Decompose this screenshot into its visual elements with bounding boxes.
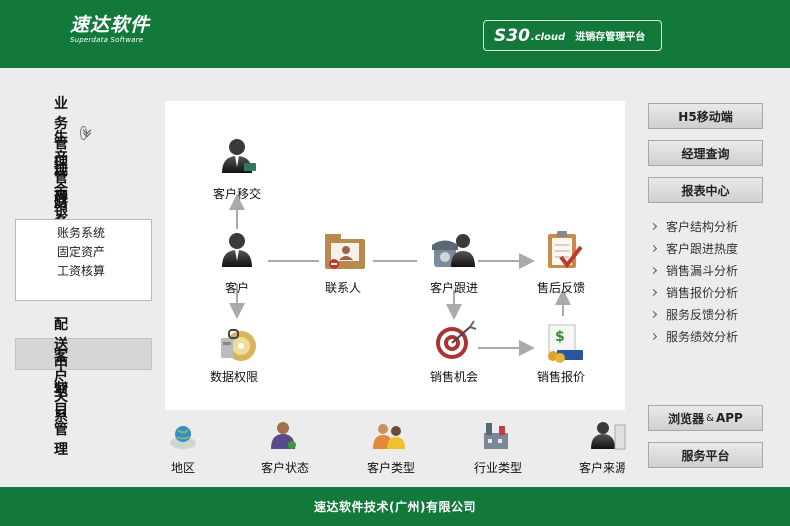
footer-copyright: 速达软件技术(广州)有限公司	[314, 500, 476, 514]
flow-node-followup[interactable]: 客户跟进	[430, 279, 478, 296]
globe-map-icon	[170, 426, 196, 449]
flow-node-opportunity[interactable]: 销售机会	[430, 368, 478, 385]
submenu-item-payroll[interactable]: 工资核算	[57, 262, 105, 279]
nav-active-highlight	[15, 338, 152, 370]
report-link-feedback[interactable]: 服务反馈分析	[649, 306, 739, 323]
report-center-button[interactable]: 报表中心	[648, 177, 763, 203]
app-label: APP	[715, 411, 743, 425]
service-platform-button[interactable]: 服务平台	[648, 442, 763, 468]
chevron-right-icon	[649, 332, 658, 341]
svg-text:$: $	[555, 329, 565, 345]
logo-title: 速达软件	[70, 14, 151, 36]
flow-node-feedback[interactable]: 售后反馈	[537, 279, 585, 296]
chevron-right-icon	[649, 288, 658, 297]
chevron-right-icon	[649, 310, 658, 319]
flow-node-data-permission[interactable]: 数据权限	[210, 368, 258, 385]
people-type-icon	[373, 424, 405, 449]
header-bar: 速达软件 Superdata Software S30 .cloud 进销存管理…	[0, 0, 790, 68]
browser-app-button[interactable]: 浏览器 & APP	[648, 405, 763, 431]
report-link-performance[interactable]: 服务绩效分析	[649, 328, 739, 345]
brand-cloud: .cloud	[530, 32, 566, 43]
report-link-quote[interactable]: 销售报价分析	[649, 284, 739, 301]
amp-label: &	[706, 412, 714, 424]
bottom-item-industry-type[interactable]: 行业类型	[474, 459, 522, 476]
clipboard-check-icon	[548, 231, 583, 269]
flow-node-transfer[interactable]: 客户移交	[213, 185, 261, 202]
folder-icon	[325, 234, 365, 269]
price-tag-icon: $	[548, 324, 583, 363]
report-link-label: 服务反馈分析	[666, 308, 739, 322]
person-source-icon	[591, 422, 626, 450]
bottom-icons	[170, 422, 626, 450]
submenu-item-accounts[interactable]: 账务系统	[57, 224, 105, 241]
report-link-followup-heat[interactable]: 客户跟进热度	[649, 240, 739, 257]
bottom-item-region[interactable]: 地区	[171, 459, 195, 476]
chevron-down-icon[interactable]	[80, 126, 87, 140]
browser-label: 浏览器	[668, 411, 705, 426]
person-icon	[222, 233, 252, 267]
bottom-item-customer-type[interactable]: 客户类型	[367, 459, 415, 476]
target-icon	[436, 320, 477, 359]
report-link-structure[interactable]: 客户结构分析	[649, 218, 739, 235]
report-link-label: 销售报价分析	[666, 286, 739, 300]
flow-node-contact[interactable]: 联系人	[325, 279, 361, 296]
brand-s30: S30	[494, 25, 530, 46]
flow-node-customer[interactable]: 客户	[225, 279, 249, 296]
crm-flow-panel: $ 客户移交 客户 联系人 客户跟进 售后反馈 数据权限 销售机会 销售报价	[165, 101, 625, 410]
flow-node-quote[interactable]: 销售报价	[537, 368, 585, 385]
report-link-label: 客户跟进热度	[666, 242, 739, 256]
submenu-item-fixed-assets[interactable]: 固定资产	[57, 243, 105, 260]
bottom-item-customer-status[interactable]: 客户状态	[261, 459, 309, 476]
h5-mobile-button[interactable]: H5移动端	[648, 103, 763, 129]
manager-query-button[interactable]: 经理查询	[648, 140, 763, 166]
report-link-label: 销售漏斗分析	[666, 264, 739, 278]
person-icon	[222, 139, 256, 173]
footer-bar: 速达软件技术(广州)有限公司	[0, 487, 790, 526]
bottom-item-customer-source[interactable]: 客户来源	[579, 459, 625, 476]
person-status-icon	[271, 422, 296, 449]
chevron-right-icon	[649, 266, 658, 275]
report-link-label: 客户结构分析	[666, 220, 739, 234]
brand-badge: S30 .cloud 进销存管理平台	[483, 20, 662, 51]
report-link-funnel[interactable]: 销售漏斗分析	[649, 262, 739, 279]
chevron-right-icon	[649, 244, 658, 253]
factory-icon	[484, 423, 508, 449]
report-link-label: 服务绩效分析	[666, 330, 739, 344]
logo-subtitle: Superdata Software	[70, 36, 144, 44]
phone-icon	[432, 234, 475, 267]
flow-diagram: $	[221, 139, 583, 363]
disc-lock-icon	[221, 329, 256, 361]
logo: 速达软件 Superdata Software	[70, 14, 150, 44]
chevron-right-icon	[649, 222, 658, 231]
brand-tagline: 进销存管理平台	[575, 32, 646, 43]
